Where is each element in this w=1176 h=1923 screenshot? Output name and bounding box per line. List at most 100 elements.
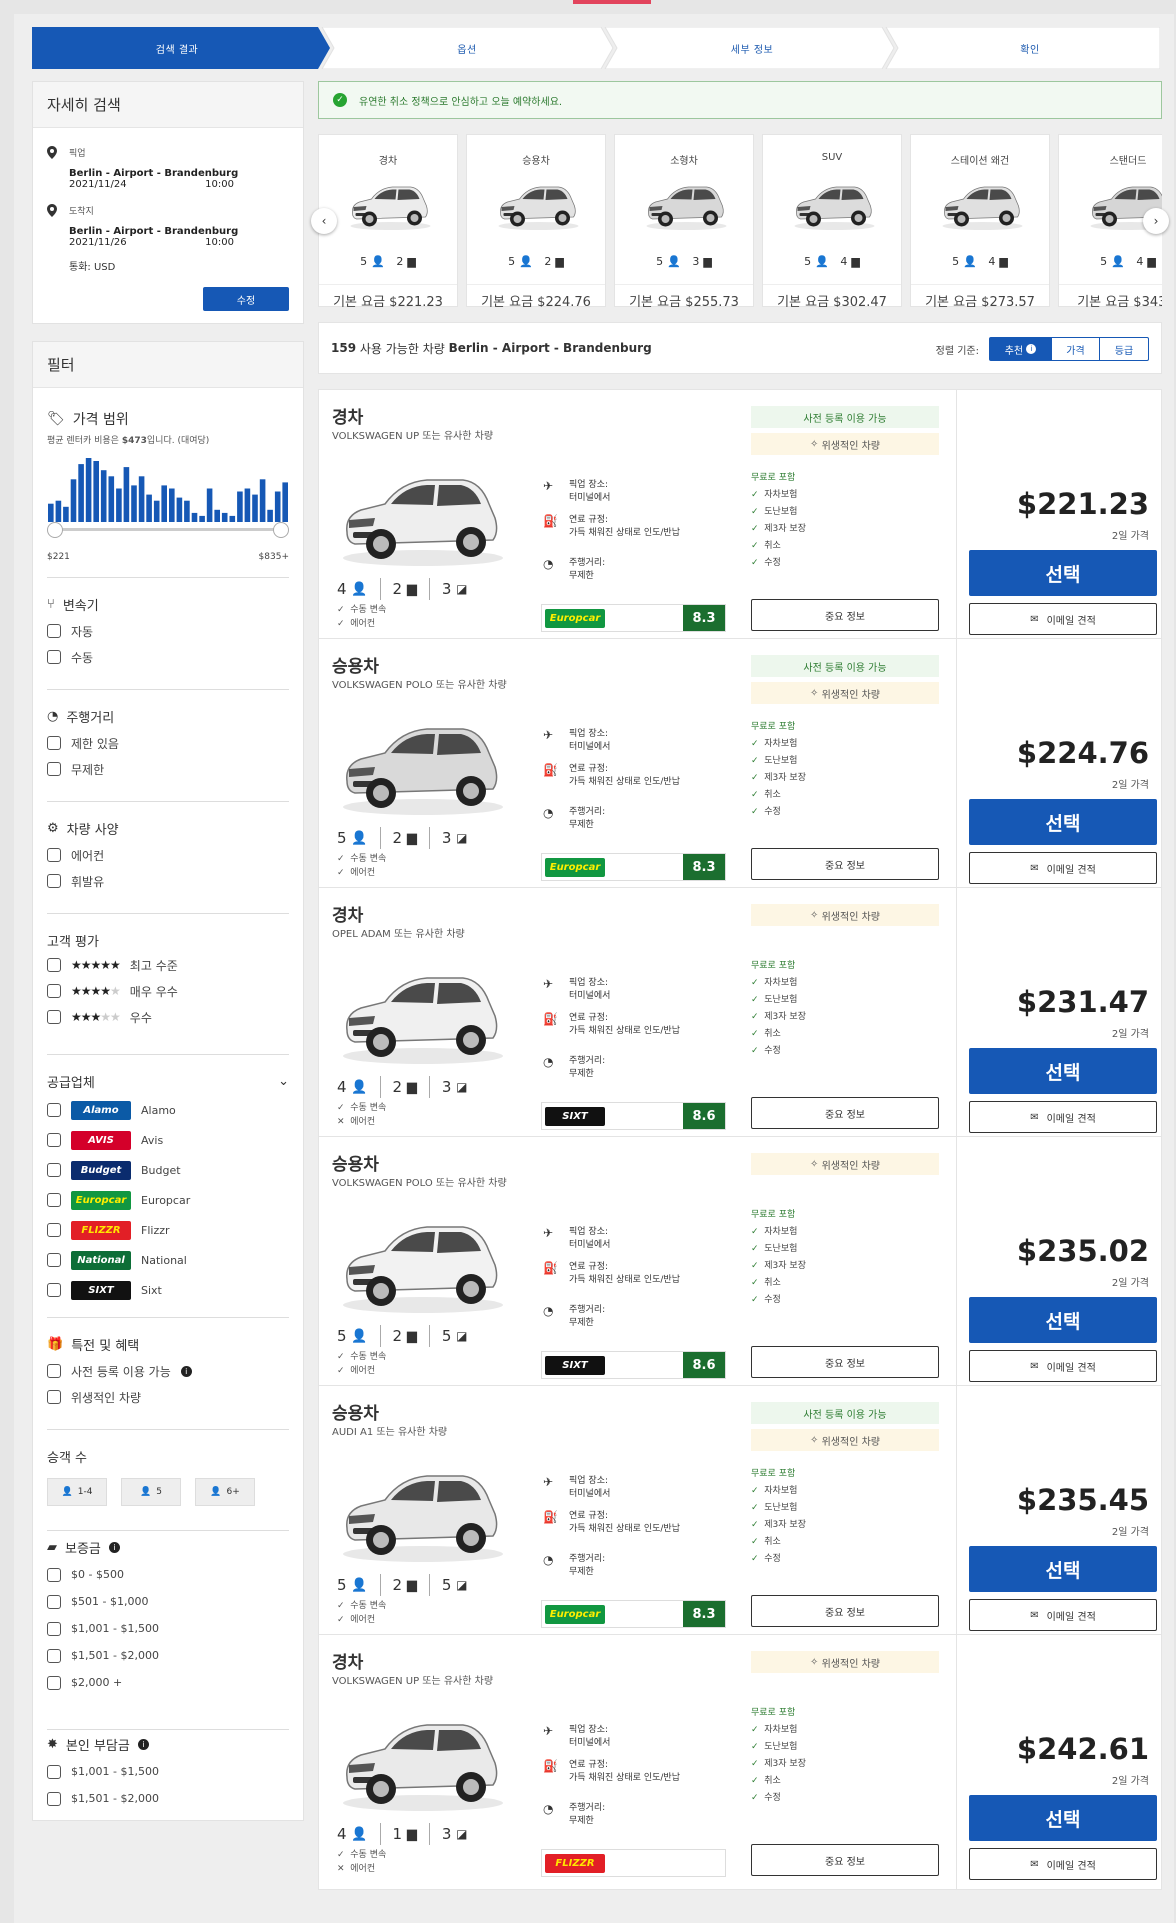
checkbox[interactable] bbox=[47, 1675, 61, 1690]
filter-option-deposit-2[interactable]: $1,001 - $1,500 bbox=[47, 1615, 289, 1642]
edit-search-button[interactable]: 수정 bbox=[203, 287, 289, 311]
step-search-results[interactable]: 검색 결과 bbox=[32, 27, 322, 69]
filter-option-rating-5[interactable]: ★★★★★ 최고 수준 bbox=[47, 952, 289, 978]
info-icon[interactable]: i bbox=[137, 1739, 149, 1750]
category-card-4[interactable]: 스테이션 왜건 5 👤 4 ▆ 기본 요금 $273.57 bbox=[910, 134, 1050, 307]
checkbox[interactable] bbox=[47, 1390, 61, 1404]
passenger-option-5[interactable]: 👤 5 bbox=[121, 1478, 181, 1506]
filter-option-manual[interactable]: 수동 bbox=[47, 644, 289, 670]
filter-option-excess-1[interactable]: $1,501 - $2,000 bbox=[47, 1785, 289, 1812]
select-button[interactable]: 선택 bbox=[969, 1297, 1157, 1343]
filter-option-petrol[interactable]: 휘발유 bbox=[47, 868, 289, 894]
important-info-button[interactable]: 중요 정보 bbox=[751, 599, 939, 631]
filter-option-rating-4[interactable]: ★★★★★ 매우 우수 bbox=[47, 978, 289, 1004]
checkbox[interactable] bbox=[47, 1103, 61, 1117]
speedometer-icon: ◔ bbox=[543, 1055, 554, 1069]
checkbox[interactable] bbox=[47, 1223, 61, 1237]
slider-min-handle[interactable] bbox=[47, 522, 63, 538]
select-button[interactable]: 선택 bbox=[969, 1546, 1157, 1592]
filter-option-deposit-1[interactable]: $501 - $1,000 bbox=[47, 1588, 289, 1615]
car-price: $224.76 bbox=[1016, 736, 1149, 770]
filter-option-automatic[interactable]: 자동 bbox=[47, 618, 289, 644]
step-details[interactable]: 세부 정보 bbox=[617, 27, 887, 69]
filter-option-supplier-sixt[interactable]: SIXT Sixt bbox=[47, 1275, 289, 1305]
info-icon[interactable]: i bbox=[180, 1365, 192, 1377]
checkbox[interactable] bbox=[47, 874, 61, 888]
included-item: ✓ 도난보험 bbox=[751, 992, 806, 1009]
checkbox[interactable] bbox=[47, 624, 61, 638]
category-card-2[interactable]: 소형차 5 👤 3 ▆ 기본 요금 $255.73 bbox=[614, 134, 754, 307]
filter-option-limited[interactable]: 제한 있음 bbox=[47, 730, 289, 756]
category-card-0[interactable]: 경차 5 👤 2 ▆ 기본 요금 $221.23 bbox=[318, 134, 458, 307]
checkbox[interactable] bbox=[47, 762, 61, 776]
checkbox[interactable] bbox=[47, 1133, 61, 1147]
important-info-button[interactable]: 중요 정보 bbox=[751, 848, 939, 880]
sort-price[interactable]: 가격 bbox=[1052, 338, 1100, 360]
step-confirm[interactable]: 확인 bbox=[900, 27, 1160, 69]
category-card-3[interactable]: SUV 5 👤 4 ▆ 기본 요금 $302.47 bbox=[762, 134, 902, 307]
filter-option-deposit-4[interactable]: $2,000 + bbox=[47, 1669, 289, 1696]
filter-option-deposit-0[interactable]: $0 - $500 bbox=[47, 1561, 289, 1588]
checkbox[interactable] bbox=[47, 984, 61, 998]
filter-option-prereg[interactable]: 사전 등록 이용 가능 i bbox=[47, 1358, 289, 1384]
passenger-option-6plus[interactable]: 👤 6+ bbox=[195, 1478, 255, 1506]
checkbox[interactable] bbox=[47, 1621, 61, 1636]
checkbox[interactable] bbox=[47, 1764, 61, 1779]
checkbox[interactable] bbox=[47, 736, 61, 750]
histogram-bar bbox=[131, 485, 137, 522]
select-button[interactable]: 선택 bbox=[969, 1795, 1157, 1841]
filter-option-supplier-flizzr[interactable]: FLIZZR Flizzr bbox=[47, 1215, 289, 1245]
filter-option-unlimited[interactable]: 무제한 bbox=[47, 756, 289, 782]
filter-option-supplier-europcar[interactable]: Europcar Europcar bbox=[47, 1185, 289, 1215]
sort-grade[interactable]: 등급 bbox=[1100, 338, 1148, 360]
category-card-1[interactable]: 승용차 5 👤 2 ▆ 기본 요금 $224.76 bbox=[466, 134, 606, 307]
filter-option-ac[interactable]: 에어컨 bbox=[47, 842, 289, 868]
step-options[interactable]: 옵션 bbox=[332, 27, 602, 69]
checkbox[interactable] bbox=[47, 958, 61, 972]
carousel-next-button[interactable]: › bbox=[1143, 208, 1169, 234]
checkbox[interactable] bbox=[47, 848, 61, 862]
checkbox[interactable] bbox=[47, 1791, 61, 1806]
email-quote-button[interactable]: ✉ 이메일 견적 bbox=[969, 1350, 1157, 1382]
email-quote-button[interactable]: ✉ 이메일 견적 bbox=[969, 603, 1157, 635]
important-info-button[interactable]: 중요 정보 bbox=[751, 1097, 939, 1129]
price-box: $235.02 2일 가격 선택 ✉ 이메일 견적 bbox=[956, 1137, 1161, 1391]
checkbox[interactable] bbox=[47, 1594, 61, 1609]
fuel-pump-icon: ⛽ bbox=[543, 1012, 558, 1026]
checkbox[interactable] bbox=[47, 1648, 61, 1663]
checkbox[interactable] bbox=[47, 1193, 61, 1207]
checkbox[interactable] bbox=[47, 1567, 61, 1582]
chevron-down-icon[interactable]: ⌄ bbox=[278, 1074, 289, 1089]
filter-option-supplier-national[interactable]: National National bbox=[47, 1245, 289, 1275]
checkbox[interactable] bbox=[47, 1253, 61, 1267]
email-quote-button[interactable]: ✉ 이메일 견적 bbox=[969, 852, 1157, 884]
histogram-bar bbox=[206, 488, 213, 522]
sort-recommended[interactable]: 추천 i bbox=[990, 338, 1052, 360]
filter-option-excess-0[interactable]: $1,001 - $1,500 bbox=[47, 1758, 289, 1785]
filter-option-supplier-alamo[interactable]: Alamo Alamo bbox=[47, 1095, 289, 1125]
slider-max-handle[interactable] bbox=[273, 522, 289, 538]
info-icon[interactable]: i bbox=[108, 1542, 120, 1553]
important-info-button[interactable]: 중요 정보 bbox=[751, 1844, 939, 1876]
important-info-button[interactable]: 중요 정보 bbox=[751, 1595, 939, 1627]
select-button[interactable]: 선택 bbox=[969, 1048, 1157, 1094]
checkbox[interactable] bbox=[47, 1283, 61, 1297]
checkbox[interactable] bbox=[47, 1010, 61, 1024]
filter-option-rating-3[interactable]: ★★★★★ 우수 bbox=[47, 1004, 289, 1030]
important-info-button[interactable]: 중요 정보 bbox=[751, 1346, 939, 1378]
filter-option-supplier-avis[interactable]: AVIS Avis bbox=[47, 1125, 289, 1155]
email-quote-button[interactable]: ✉ 이메일 견적 bbox=[969, 1599, 1157, 1631]
checkbox[interactable] bbox=[47, 1364, 61, 1378]
email-quote-button[interactable]: ✉ 이메일 견적 bbox=[969, 1101, 1157, 1133]
select-button[interactable]: 선택 bbox=[969, 799, 1157, 845]
passenger-option-1-4[interactable]: 👤 1-4 bbox=[47, 1478, 107, 1506]
select-button[interactable]: 선택 bbox=[969, 550, 1157, 596]
checkbox[interactable] bbox=[47, 650, 61, 664]
filter-option-deposit-3[interactable]: $1,501 - $2,000 bbox=[47, 1642, 289, 1669]
carousel-prev-button[interactable]: ‹ bbox=[311, 208, 337, 234]
filter-option-supplier-budget[interactable]: Budget Budget bbox=[47, 1155, 289, 1185]
email-quote-button[interactable]: ✉ 이메일 견적 bbox=[969, 1848, 1157, 1880]
checkbox[interactable] bbox=[47, 1163, 61, 1177]
filter-option-hygiene[interactable]: 위생적인 차량 bbox=[47, 1384, 289, 1410]
price-slider[interactable] bbox=[47, 522, 289, 538]
